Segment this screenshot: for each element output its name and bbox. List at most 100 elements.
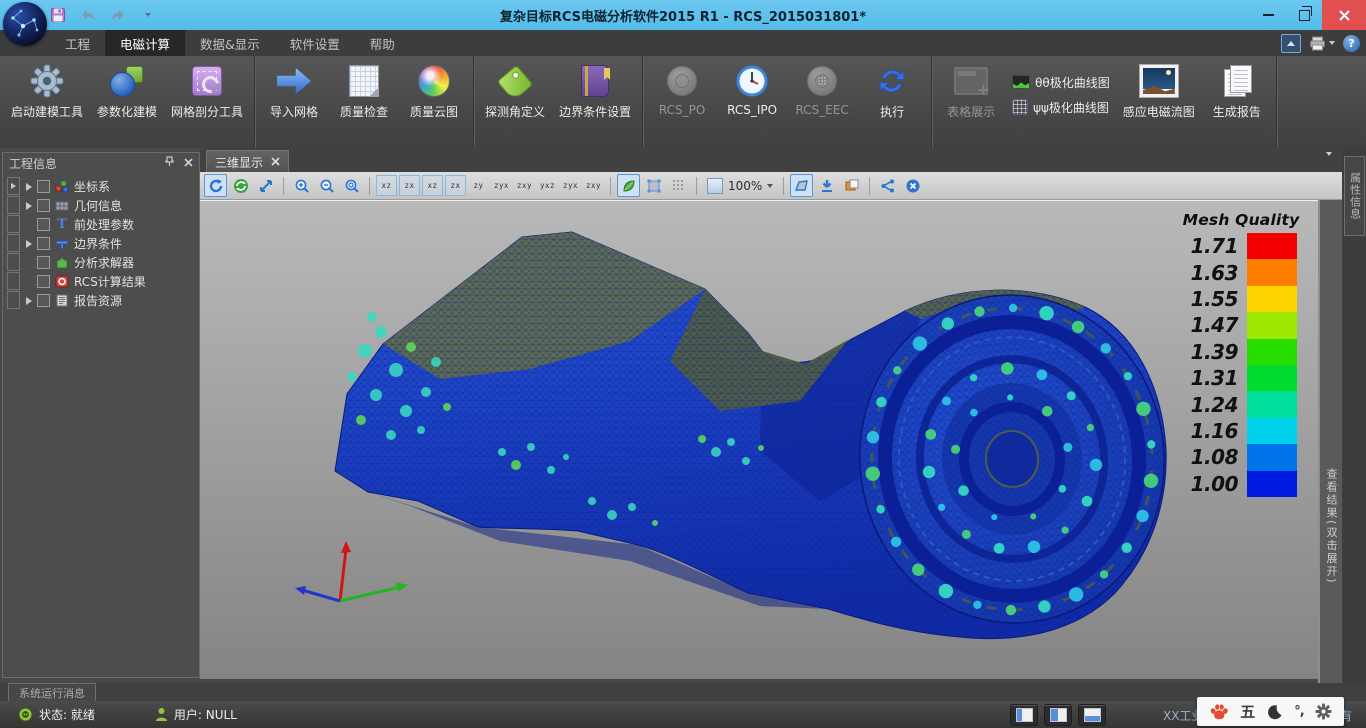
axis-view-button-9[interactable]: zxy bbox=[583, 175, 604, 196]
qat-dropdown-icon[interactable] bbox=[138, 5, 158, 25]
tab-close-icon[interactable] bbox=[271, 156, 280, 169]
book-icon bbox=[581, 61, 609, 101]
flat-shade-button[interactable] bbox=[642, 174, 665, 197]
table-display-button[interactable]: 表格展示 bbox=[936, 59, 1006, 122]
tree-item-analysis-solver[interactable]: 分析求解器 bbox=[7, 253, 199, 272]
checkbox[interactable] bbox=[37, 294, 50, 307]
ime-settings-gear-icon[interactable] bbox=[1315, 703, 1332, 720]
restore-button[interactable] bbox=[1286, 0, 1322, 30]
axis-view-button-4[interactable]: zy bbox=[468, 175, 489, 196]
induced-current-map-button[interactable]: 感应电磁流图 bbox=[1116, 59, 1202, 122]
ime-moon-icon[interactable] bbox=[1267, 704, 1283, 720]
pan-zoom-arrow-button[interactable] bbox=[254, 174, 277, 197]
axis-view-button-5[interactable]: zyx bbox=[491, 175, 512, 196]
tree-gutter-cell bbox=[7, 215, 20, 233]
parametric-modeling-icon bbox=[110, 61, 144, 101]
download-arrow-button[interactable] bbox=[815, 174, 838, 197]
menu-tab-2[interactable]: 数据&显示 bbox=[185, 30, 275, 56]
rcs-eec-button[interactable]: RCS_EEC bbox=[787, 59, 857, 119]
axis-view-button-3[interactable]: zx bbox=[445, 175, 466, 196]
tree-item-boundary-conditions[interactable]: 边界条件 bbox=[7, 234, 199, 253]
zoom-in-button[interactable] bbox=[290, 174, 313, 197]
legend-row: 1.31 bbox=[1182, 365, 1300, 391]
axis-view-button-7[interactable]: yxz bbox=[537, 175, 558, 196]
undo-icon[interactable] bbox=[78, 5, 98, 25]
tree-item-geometry-info[interactable]: 几何信息 bbox=[7, 196, 199, 215]
checkbox[interactable] bbox=[37, 180, 50, 193]
ime-paw-icon[interactable] bbox=[1209, 703, 1229, 721]
rcs-ipo-button[interactable]: RCS_IPO bbox=[717, 59, 787, 119]
expand-arrow-icon[interactable] bbox=[26, 202, 32, 210]
axis-view-button-8[interactable]: zyx bbox=[560, 175, 581, 196]
panel-close-icon[interactable] bbox=[184, 156, 193, 170]
menu-tab-1[interactable]: 电磁计算 bbox=[105, 30, 185, 56]
menu-tab-0[interactable]: 工程 bbox=[50, 30, 105, 56]
share-link-button[interactable] bbox=[876, 174, 899, 197]
legend-value: 1.55 bbox=[1182, 287, 1247, 311]
generate-report-button[interactable]: 生成报告 bbox=[1202, 59, 1272, 122]
detection-angle-button[interactable]: 探测角定义 bbox=[478, 59, 552, 122]
tree-item-report-resources[interactable]: 报告资源 bbox=[7, 291, 199, 310]
checkbox[interactable] bbox=[37, 237, 50, 250]
theta-polar-curve-button[interactable]: θθ极化曲线图 bbox=[1012, 74, 1110, 91]
results-collapsed-tab[interactable]: 查看结果(双击展开) bbox=[1318, 200, 1342, 683]
zoom-level-select[interactable]: 100% bbox=[703, 178, 777, 194]
save-icon[interactable] bbox=[48, 5, 68, 25]
rotate-view-button[interactable] bbox=[204, 174, 227, 197]
launch-modeling-tool-button[interactable]: 启动建模工具 bbox=[4, 59, 90, 122]
close-results-button[interactable] bbox=[901, 174, 924, 197]
app-logo-icon[interactable] bbox=[3, 2, 47, 46]
puzzle-icon bbox=[54, 256, 70, 270]
close-button[interactable] bbox=[1322, 0, 1366, 30]
execute-button[interactable]: 执行 bbox=[857, 59, 927, 122]
ime-wubi-mode[interactable]: 五 bbox=[1240, 701, 1255, 722]
layout-split-button[interactable] bbox=[1044, 704, 1072, 726]
help-icon[interactable]: ? bbox=[1343, 35, 1360, 52]
ime-punctuation-mode[interactable]: °, bbox=[1294, 704, 1303, 719]
surface-select-button[interactable] bbox=[790, 174, 813, 197]
zoom-fit-button[interactable] bbox=[340, 174, 363, 197]
menu-tab-4[interactable]: 帮助 bbox=[355, 30, 410, 56]
quality-cloud-button[interactable]: 质量云图 bbox=[399, 59, 469, 122]
print-menu-button[interactable] bbox=[1309, 36, 1335, 51]
layout-bottom-panel-button[interactable] bbox=[1078, 704, 1106, 726]
tree-item-coordinate-system[interactable]: 坐标系 bbox=[7, 177, 199, 196]
screenshot-capture-button[interactable] bbox=[840, 174, 863, 197]
tab-3d-display[interactable]: 三维显示 bbox=[206, 150, 289, 173]
psi-polar-curve-button[interactable]: ψψ极化曲线图 bbox=[1012, 99, 1110, 116]
zoom-out-button[interactable] bbox=[315, 174, 338, 197]
rcs-po-button[interactable]: RCS_PO bbox=[647, 59, 717, 119]
collapse-ribbon-icon[interactable] bbox=[1281, 34, 1301, 53]
expand-arrow-icon[interactable] bbox=[26, 183, 32, 191]
checkbox[interactable] bbox=[37, 256, 50, 269]
mesh-partition-tool-button[interactable]: 网格剖分工具 bbox=[164, 59, 250, 122]
checkbox[interactable] bbox=[37, 199, 50, 212]
tree-item-rcs-results[interactable]: RCS计算结果 bbox=[7, 272, 199, 291]
checkbox[interactable] bbox=[37, 218, 50, 231]
axis-view-button-2[interactable]: xz bbox=[422, 175, 443, 196]
pin-icon[interactable] bbox=[165, 156, 174, 170]
redo-icon[interactable] bbox=[108, 5, 128, 25]
checkbox[interactable] bbox=[37, 275, 50, 288]
axis-view-button-1[interactable]: zx bbox=[399, 175, 420, 196]
report-icon bbox=[1224, 61, 1250, 101]
smooth-shade-leaf-button[interactable] bbox=[617, 174, 640, 197]
system-message-tab[interactable]: 系统运行消息 bbox=[8, 683, 96, 702]
quality-cloud-icon bbox=[418, 61, 450, 101]
axis-view-button-6[interactable]: zxy bbox=[514, 175, 535, 196]
menu-tab-3[interactable]: 软件设置 bbox=[275, 30, 355, 56]
layout-left-panel-button[interactable] bbox=[1010, 704, 1038, 726]
points-display-button[interactable] bbox=[667, 174, 690, 197]
parametric-modeling-button[interactable]: 参数化建模 bbox=[90, 59, 164, 122]
minimize-button[interactable] bbox=[1250, 0, 1286, 30]
boundary-condition-button[interactable]: 边界条件设置 bbox=[552, 59, 638, 122]
viewport-3d[interactable]: Mesh Quality 1.711.631.551.471.391.311.2… bbox=[200, 200, 1320, 679]
orbit-view-button[interactable] bbox=[229, 174, 252, 197]
tree-item-preprocess-params[interactable]: T 前处理参数 bbox=[7, 215, 199, 234]
property-info-tab[interactable]: 属性信息 bbox=[1344, 156, 1365, 236]
expand-arrow-icon[interactable] bbox=[26, 297, 32, 305]
axis-view-button-0[interactable]: xz bbox=[376, 175, 397, 196]
quality-check-button[interactable]: 质量检查 bbox=[329, 59, 399, 122]
import-mesh-button[interactable]: 导入网格 bbox=[259, 59, 329, 122]
expand-arrow-icon[interactable] bbox=[26, 240, 32, 248]
